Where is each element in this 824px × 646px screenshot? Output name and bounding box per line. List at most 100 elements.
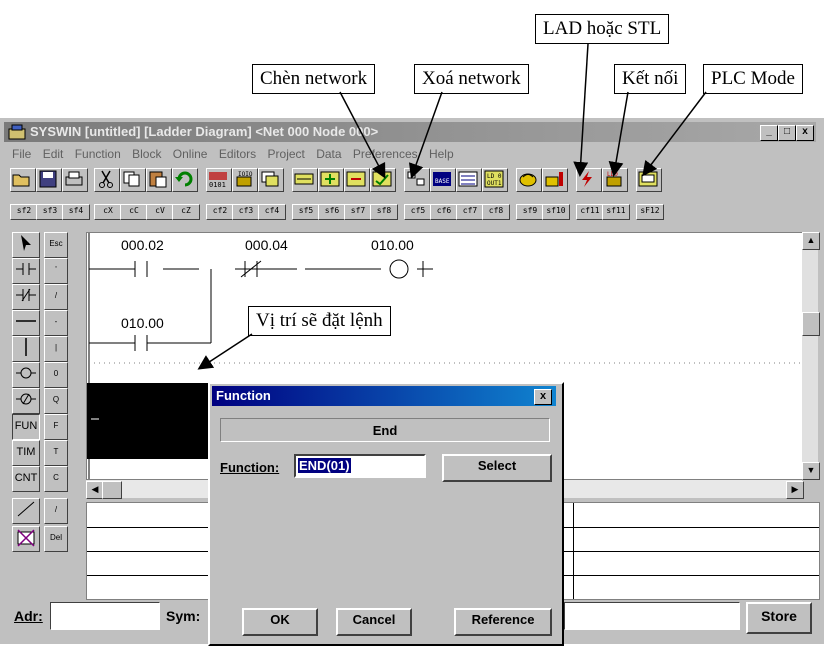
block-tool-1-icon[interactable] — [404, 168, 430, 192]
tim-button[interactable]: TIM — [12, 440, 40, 466]
menu-help[interactable]: Help — [429, 144, 454, 164]
print-icon[interactable] — [62, 168, 88, 192]
menu-preferences[interactable]: Preferences — [353, 144, 418, 164]
menu-function[interactable]: Function — [75, 144, 121, 164]
fkey-cf8[interactable]: cf8 — [482, 204, 510, 220]
fkey-cf7[interactable]: cf7 — [456, 204, 484, 220]
delete-element-icon[interactable] — [12, 526, 40, 552]
scroll-down-icon[interactable]: ▼ — [802, 462, 820, 480]
window-tool-icon[interactable] — [636, 168, 662, 192]
cancel-button[interactable]: Cancel — [336, 608, 412, 636]
menu-editors[interactable]: Editors — [219, 144, 256, 164]
fkey-cc[interactable]: cC — [120, 204, 148, 220]
delete-network-icon[interactable] — [344, 168, 370, 192]
output-coil-icon[interactable] — [12, 362, 40, 388]
maximize-button[interactable]: □ — [778, 125, 796, 141]
fkey-sf11[interactable]: sf11 — [602, 204, 630, 220]
insert-network-icon[interactable] — [318, 168, 344, 192]
fkey-sf5[interactable]: sf5 — [292, 204, 320, 220]
hscroll-thumb[interactable] — [102, 481, 122, 499]
esc-key[interactable]: Esc — [44, 232, 68, 258]
ladder-tool-5-icon[interactable] — [370, 168, 396, 192]
lad-stl-icon[interactable]: LD 0 OUT1 — [482, 168, 508, 192]
pointer-icon[interactable] — [12, 232, 40, 258]
fkey-sf9[interactable]: sf9 — [516, 204, 544, 220]
key-apostrophe[interactable]: ' — [44, 258, 68, 284]
key-del[interactable]: Del — [44, 526, 68, 552]
menu-data[interactable]: Data — [316, 144, 341, 164]
scroll-up-icon[interactable]: ▲ — [802, 232, 820, 250]
window-title: SYSWIN [untitled] [Ladder Diagram] <Net … — [30, 124, 379, 139]
fkey-sf6[interactable]: sf6 — [318, 204, 346, 220]
menu-file[interactable]: File — [12, 144, 31, 164]
nc-coil-icon[interactable] — [12, 388, 40, 414]
cnt-button[interactable]: CNT — [12, 466, 40, 492]
key-c[interactable]: C — [44, 466, 68, 492]
minimize-button[interactable]: _ — [760, 125, 778, 141]
vertical-line-icon[interactable] — [12, 336, 40, 362]
menu-project[interactable]: Project — [268, 144, 305, 164]
save-icon[interactable] — [36, 168, 62, 192]
fkey-cf4[interactable]: cf4 — [258, 204, 286, 220]
block-tool-3-icon[interactable] — [456, 168, 482, 192]
ladder-tool-4-icon[interactable] — [292, 168, 318, 192]
paste-icon[interactable] — [146, 168, 172, 192]
key-q[interactable]: Q — [44, 388, 68, 414]
ladder-tool-3-icon[interactable] — [258, 168, 284, 192]
fun-button[interactable]: FUN — [12, 414, 40, 440]
ladder-tool-2-icon[interactable]: IOIO — [232, 168, 258, 192]
sym-input[interactable] — [564, 602, 740, 630]
lightning-icon[interactable] — [576, 168, 602, 192]
fkey-sf2[interactable]: sf2 — [10, 204, 38, 220]
nc-contact-icon[interactable] — [12, 284, 40, 310]
function-input[interactable]: END(01) — [294, 454, 426, 478]
cut-icon[interactable] — [94, 168, 120, 192]
block-tool-2-icon[interactable]: BASE — [430, 168, 456, 192]
fkey-sf7[interactable]: sf7 — [344, 204, 372, 220]
fkey-cz[interactable]: cZ — [172, 204, 200, 220]
menu-edit[interactable]: Edit — [43, 144, 64, 164]
connect-icon[interactable] — [516, 168, 542, 192]
key-f[interactable]: F — [44, 414, 68, 440]
fkey-cv[interactable]: cV — [146, 204, 174, 220]
fkey-sf3[interactable]: sf3 — [36, 204, 64, 220]
key-slash[interactable]: / — [44, 284, 68, 310]
ok-button[interactable]: OK — [242, 608, 318, 636]
adr-input[interactable] — [50, 602, 160, 630]
fkey-cx[interactable]: cX — [94, 204, 122, 220]
key-slash-2[interactable]: / — [44, 498, 68, 524]
key-zero[interactable]: 0 — [44, 362, 68, 388]
menu-online[interactable]: Online — [173, 144, 208, 164]
undo-icon[interactable] — [172, 168, 198, 192]
ladder-load-icon[interactable]: LD0 — [602, 168, 628, 192]
fkey-cf5[interactable]: cf5 — [404, 204, 432, 220]
no-contact-icon[interactable] — [12, 258, 40, 284]
fkey-cf2[interactable]: cf2 — [206, 204, 234, 220]
fkey-sf12[interactable]: sF12 — [636, 204, 664, 220]
reference-button[interactable]: Reference — [454, 608, 552, 636]
plc-mode-icon[interactable] — [542, 168, 568, 192]
fkey-sf10[interactable]: sf10 — [542, 204, 570, 220]
key-pipe[interactable]: | — [44, 336, 68, 362]
horizontal-line-icon[interactable] — [12, 310, 40, 336]
fkey-sf4[interactable]: sf4 — [62, 204, 90, 220]
close-button[interactable]: x — [796, 125, 814, 141]
scroll-right-icon[interactable]: ▶ — [786, 481, 804, 499]
diagonal-line-icon[interactable] — [12, 498, 40, 524]
scroll-thumb[interactable] — [802, 312, 820, 336]
store-button[interactable]: Store — [746, 602, 812, 634]
key-t[interactable]: T — [44, 440, 68, 466]
select-button[interactable]: Select — [442, 454, 552, 482]
vertical-scrollbar[interactable]: ▲ ▼ — [802, 232, 820, 480]
key-dash[interactable]: - — [44, 310, 68, 336]
dialog-close-icon[interactable]: x — [534, 389, 552, 405]
open-icon[interactable] — [10, 168, 36, 192]
fkey-sf8[interactable]: sf8 — [370, 204, 398, 220]
copy-icon[interactable] — [120, 168, 146, 192]
ladder-tool-1-icon[interactable]: 0101 — [206, 168, 232, 192]
fkey-cf11[interactable]: cf11 — [576, 204, 604, 220]
callout-lad-stl: LAD hoặc STL — [535, 14, 670, 44]
fkey-cf6[interactable]: cf6 — [430, 204, 458, 220]
menu-block[interactable]: Block — [132, 144, 161, 164]
fkey-cf3[interactable]: cf3 — [232, 204, 260, 220]
